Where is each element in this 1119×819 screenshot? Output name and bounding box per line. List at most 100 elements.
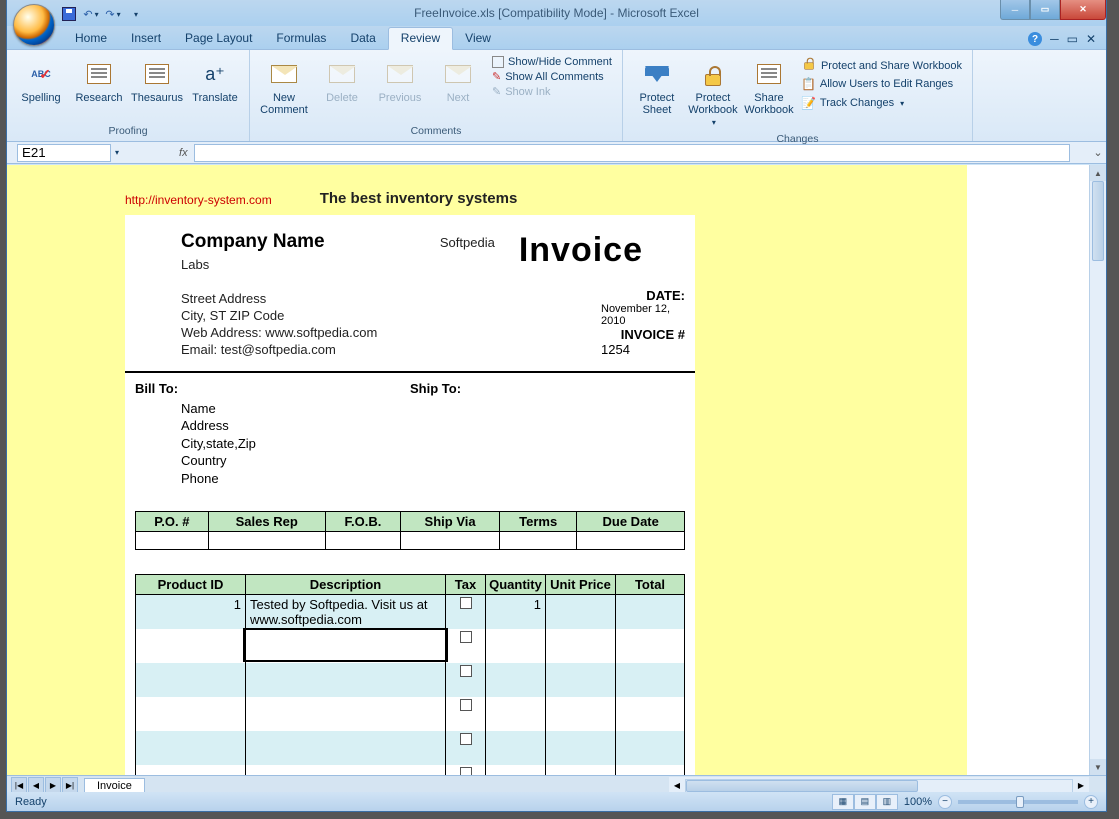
banner-link[interactable]: http://inventory-system.com	[125, 193, 272, 207]
line-item-row[interactable]	[136, 731, 685, 765]
zoom-thumb[interactable]	[1016, 796, 1024, 808]
scroll-right-arrow[interactable]: ▶	[1073, 781, 1089, 790]
invoice-document: http://inventory-system.com The best inv…	[7, 165, 967, 775]
ribbon-minimize-mdi[interactable]: ─	[1050, 32, 1059, 46]
zoom-out[interactable]: −	[938, 795, 952, 809]
vertical-scrollbar[interactable]: ▲ ▼	[1089, 165, 1106, 775]
protect-share-workbook[interactable]: Protect and Share Workbook	[799, 58, 964, 74]
protect-workbook-button[interactable]: Protect Workbook▾	[685, 54, 741, 131]
cell-quantity[interactable]: 1	[486, 595, 546, 630]
tab-review[interactable]: Review	[388, 27, 453, 50]
protect-sheet-icon	[645, 66, 669, 82]
ribbon-close-mdi[interactable]: ✕	[1086, 32, 1096, 46]
date-value: November 12, 2010	[595, 303, 685, 327]
bill-name: Name	[181, 400, 410, 418]
allow-users-edit[interactable]: 📋Allow Users to Edit Ranges	[799, 75, 964, 93]
office-button[interactable]	[13, 4, 55, 46]
scroll-thumb-h[interactable]	[686, 780, 918, 792]
scroll-thumb-v[interactable]	[1092, 181, 1104, 261]
delete-comment-button: Delete	[314, 54, 370, 123]
cell-total[interactable]	[616, 595, 685, 630]
tab-data[interactable]: Data	[338, 28, 387, 49]
close-button[interactable]: ✕	[1060, 0, 1106, 20]
th-duedate: Due Date	[577, 512, 685, 532]
namebox-dropdown[interactable]: ▾	[115, 148, 119, 157]
invoice-num-value: 1254	[595, 342, 685, 357]
protect-sheet-button[interactable]: Protect Sheet	[629, 54, 685, 131]
group-comments-label: Comments	[256, 123, 616, 139]
show-hide-comment[interactable]: Show/Hide Comment	[492, 56, 612, 68]
previous-comment-button: Previous	[372, 54, 428, 123]
view-normal[interactable]: ▦	[832, 794, 854, 810]
tab-nav-prev[interactable]: ◀	[28, 777, 44, 793]
view-page-layout[interactable]: ▤	[854, 794, 876, 810]
checkbox-icon[interactable]	[460, 767, 472, 775]
track-changes[interactable]: 📝Track Changes▾	[799, 94, 964, 112]
th-tax: Tax	[446, 575, 486, 595]
status-ready: Ready	[15, 796, 47, 808]
scroll-left-arrow[interactable]: ◀	[669, 781, 685, 790]
view-page-break[interactable]: ▥	[876, 794, 898, 810]
show-all-comments[interactable]: ✎Show All Comments	[492, 70, 612, 83]
ribbon-help-area: ? ─ ▭ ✕	[1028, 32, 1096, 46]
new-comment-button[interactable]: New Comment	[256, 54, 312, 123]
tab-nav-first[interactable]: |◀	[11, 777, 27, 793]
spelling-icon	[31, 69, 51, 79]
tab-page-layout[interactable]: Page Layout	[173, 28, 264, 49]
bill-phone: Phone	[181, 470, 410, 488]
next-comment-button: Next	[430, 54, 486, 123]
th-terms: Terms	[499, 512, 576, 532]
translate-button[interactable]: a⁺Translate	[187, 54, 243, 123]
line-item-row[interactable]	[136, 697, 685, 731]
line-item-row[interactable]	[136, 663, 685, 697]
cell-description[interactable]: Tested by Softpedia. Visit us at www.sof…	[246, 595, 446, 630]
tab-insert[interactable]: Insert	[119, 28, 173, 49]
maximize-button[interactable]: ▭	[1030, 0, 1060, 20]
sheet-tab-invoice[interactable]: Invoice	[84, 778, 145, 793]
formula-bar-expand[interactable]: ⌄	[1090, 146, 1106, 159]
order-info-row[interactable]	[136, 532, 685, 550]
tab-nav-last[interactable]: ▶|	[62, 777, 78, 793]
zoom-slider[interactable]	[958, 800, 1078, 804]
research-icon	[87, 64, 111, 84]
cell-unitprice[interactable]	[546, 595, 616, 630]
tab-view[interactable]: View	[453, 28, 503, 49]
tab-nav-next[interactable]: ▶	[45, 777, 61, 793]
th-shipvia: Ship Via	[401, 512, 500, 532]
line-item-row[interactable]	[136, 765, 685, 775]
ribbon-restore-mdi[interactable]: ▭	[1067, 32, 1078, 46]
thesaurus-button[interactable]: Thesaurus	[129, 54, 185, 123]
research-button[interactable]: Research	[71, 54, 127, 123]
share-workbook-button[interactable]: Share Workbook	[741, 54, 797, 131]
name-box[interactable]	[17, 144, 111, 162]
next-comment-icon	[445, 65, 471, 83]
changes-links: Protect and Share Workbook 📋Allow Users …	[797, 54, 966, 131]
bill-csz: City,state,Zip	[181, 435, 410, 453]
spelling-button[interactable]: Spelling	[13, 54, 69, 123]
order-info-table: P.O. # Sales Rep F.O.B. Ship Via Terms D…	[135, 511, 685, 550]
sheet-content[interactable]: http://inventory-system.com The best inv…	[7, 165, 1089, 775]
scroll-up-arrow[interactable]: ▲	[1090, 165, 1106, 181]
help-icon[interactable]: ?	[1028, 32, 1042, 46]
checkbox-icon[interactable]	[460, 733, 472, 745]
checkbox-icon[interactable]	[460, 665, 472, 677]
tab-home[interactable]: Home	[63, 28, 119, 49]
checkbox-icon[interactable]	[460, 699, 472, 711]
line-item-row[interactable]	[136, 629, 685, 663]
scroll-down-arrow[interactable]: ▼	[1090, 759, 1106, 775]
zoom-level[interactable]: 100%	[904, 796, 932, 808]
tab-formulas[interactable]: Formulas	[264, 28, 338, 49]
cell-tax[interactable]	[446, 595, 486, 630]
checkbox-icon[interactable]	[460, 597, 472, 609]
show-ink[interactable]: ✎Show Ink	[492, 85, 612, 98]
cell-productid[interactable]: 1	[136, 595, 246, 630]
window-title: FreeInvoice.xls [Compatibility Mode] - M…	[7, 6, 1106, 20]
checkbox-icon[interactable]	[460, 631, 472, 643]
line-item-row[interactable]: 1 Tested by Softpedia. Visit us at www.s…	[136, 595, 685, 630]
thesaurus-icon	[145, 64, 169, 84]
minimize-button[interactable]: ─	[1000, 0, 1030, 20]
changes-buttons: Protect Sheet Protect Workbook▾ Share Wo…	[629, 54, 797, 131]
fx-label[interactable]: fx	[179, 147, 188, 159]
window-controls: ─ ▭ ✕	[1000, 0, 1106, 20]
zoom-in[interactable]: +	[1084, 795, 1098, 809]
